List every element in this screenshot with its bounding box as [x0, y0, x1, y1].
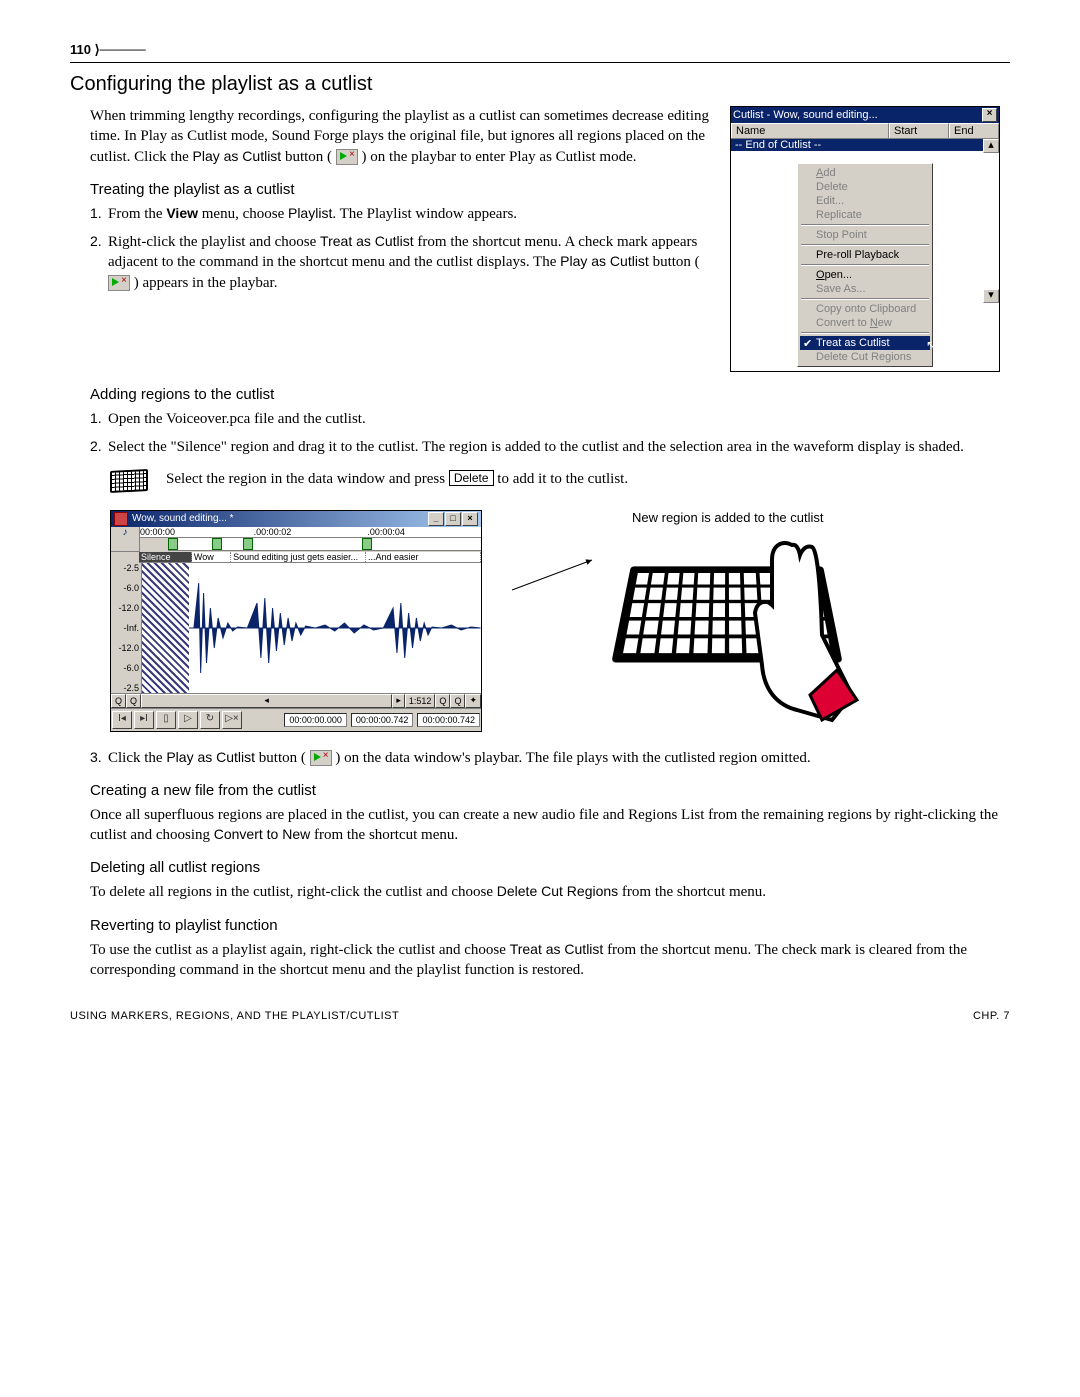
h-scrollbar[interactable]: ◂ — [141, 694, 392, 708]
maximize-icon[interactable]: □ — [445, 512, 461, 526]
menu-replicate: Replicate — [800, 208, 930, 222]
menu-convert-new: Convert to New — [800, 316, 930, 330]
step: 1. From the View menu, choose Playlist. … — [90, 204, 710, 224]
cutlist-title: Cutlist - Wow, sound editing... — [733, 109, 878, 121]
region-easier[interactable]: Sound editing just gets easier... — [231, 552, 366, 562]
waveform — [189, 563, 481, 693]
delete-cut-regions-cmd: Delete Cut Regions — [497, 883, 618, 899]
minimize-icon[interactable]: _ — [428, 512, 444, 526]
menu-treat-as-cutlist[interactable]: ✔ Treat as Cutlist ↖ — [800, 336, 930, 350]
region-wow[interactable]: Wow — [192, 552, 231, 562]
menu-copy-clipboard: Copy onto Clipboard — [800, 302, 930, 316]
keyboard-illustration — [622, 535, 872, 675]
col-name[interactable]: Name — [731, 123, 889, 138]
subheading-deleting: Deleting all cutlist regions — [90, 859, 1010, 876]
end-of-cutlist-row[interactable]: -- End of Cutlist -- — [731, 139, 999, 151]
cutlist-window: Cutlist - Wow, sound editing... × Name S… — [730, 106, 1000, 372]
region-marker[interactable] — [168, 538, 178, 550]
region-and-easier[interactable]: ...And easier — [366, 552, 481, 562]
page-number: 110 — [70, 42, 91, 57]
intro-paragraph: When trimming lengthy recordings, config… — [90, 106, 710, 167]
amplitude-scale: -2.5 -6.0 -12.0 -Inf. -12.0 -6.0 -2.5 — [111, 563, 142, 693]
play-tiny-icon[interactable]: ▸ — [392, 694, 405, 708]
region-marker[interactable] — [362, 538, 372, 550]
menu-open[interactable]: Open... — [800, 268, 930, 282]
subheading-creating: Creating a new file from the cutlist — [90, 782, 1010, 799]
close-icon[interactable]: × — [982, 108, 997, 122]
menu-preroll[interactable]: Pre-roll Playback — [800, 248, 930, 262]
tip-row: Select the region in the data window and… — [70, 470, 1010, 492]
delete-key: Delete — [449, 470, 494, 486]
menu-delete: Delete — [800, 180, 930, 194]
treat-as-cutlist-cmd: Treat as Cutlist — [320, 233, 414, 249]
play-as-cutlist-label: Play as Cutlist — [166, 749, 255, 765]
tool-icon[interactable]: ✦ — [465, 694, 481, 708]
zoom-in-icon[interactable]: Q — [450, 694, 465, 708]
play-as-cutlist-icon — [336, 149, 358, 165]
treat-as-cutlist-cmd: Treat as Cutlist — [510, 941, 604, 957]
body-text: To use the cutlist as a playlist again, … — [90, 940, 1010, 981]
close-icon[interactable]: × — [462, 512, 478, 526]
channel-icon: ♪ — [111, 527, 140, 552]
play-cutlist-icon[interactable]: ▷× — [222, 711, 242, 729]
stop-icon[interactable]: ▯ — [156, 711, 176, 729]
col-end[interactable]: End — [949, 123, 999, 138]
play-as-cutlist-label: Play as Cutlist — [193, 148, 282, 164]
play-as-cutlist-icon — [310, 750, 332, 766]
app-icon — [114, 512, 128, 526]
body-text: Once all superfluous regions are placed … — [90, 805, 1010, 846]
menu-delete-cut-regions: Delete Cut Regions — [800, 350, 930, 364]
zoom-in-icon[interactable]: Q — [126, 694, 141, 708]
go-start-icon[interactable]: I◂ — [112, 711, 132, 729]
subheading-adding: Adding regions to the cutlist — [90, 386, 1010, 403]
hand-icon — [722, 535, 872, 725]
time-tick: .00:00:02 — [254, 527, 368, 537]
go-end-icon[interactable]: ▸I — [134, 711, 154, 729]
step: 3. Click the Play as Cutlist button ( ) … — [90, 748, 1010, 768]
wave-window: Wow, sound editing... * _ □ × ♪ 00:00:00… — [110, 510, 482, 732]
menu-stop-point: Stop Point — [800, 228, 930, 242]
cutlist-columns: Name Start End — [731, 123, 999, 139]
time-tick: .00:00:04 — [367, 527, 481, 537]
time-display: 00:00:00.742 — [351, 713, 414, 727]
step: 1. Open the Voiceover.pca file and the c… — [90, 409, 1010, 429]
keyboard-icon — [110, 470, 156, 492]
subheading-treating: Treating the playlist as a cutlist — [90, 181, 710, 198]
menu-add: AAdddd — [800, 166, 930, 180]
zoom-ratio: 1:512 — [405, 694, 436, 708]
figure-caption: New region is added to the cutlist — [632, 510, 872, 525]
section-heading: Configuring the playlist as a cutlist — [70, 73, 1010, 96]
convert-to-new-cmd: Convert to New — [214, 826, 310, 842]
time-tick: 00:00:00 — [140, 527, 254, 537]
zoom-out-icon[interactable]: Q — [111, 694, 126, 708]
col-start[interactable]: Start — [889, 123, 949, 138]
waveform-display[interactable] — [142, 563, 481, 693]
footer-left: USING MARKERS, REGIONS, AND THE PLAYLIST… — [70, 1010, 399, 1022]
step: 2. Select the "Silence" region and drag … — [90, 437, 1010, 457]
selection-hatch — [142, 563, 189, 693]
play-loop-icon[interactable]: ↻ — [200, 711, 220, 729]
region-marker[interactable] — [243, 538, 253, 550]
subheading-reverting: Reverting to playlist function — [90, 917, 1010, 934]
step: 2. Right-click the playlist and choose T… — [90, 232, 710, 293]
play-icon[interactable]: ▷ — [178, 711, 198, 729]
region-silence[interactable]: Silence — [139, 552, 192, 562]
context-menu: AAdddd Delete Edit... Replicate Stop Poi… — [797, 163, 933, 367]
connector-arrow — [522, 560, 582, 665]
body-text: To delete all regions in the cutlist, ri… — [90, 882, 1010, 902]
menu-save-as: Save As... — [800, 282, 930, 296]
playlist-cmd: Playlist — [288, 205, 332, 221]
scroll-down-icon[interactable]: ▾ — [983, 289, 999, 303]
region-marker[interactable] — [212, 538, 222, 550]
time-display: 00:00:00.742 — [417, 713, 480, 727]
check-icon: ✔ — [803, 337, 812, 350]
time-display: 00:00:00.000 — [284, 713, 347, 727]
menu-edit: Edit... — [800, 194, 930, 208]
footer-right: CHP. 7 — [973, 1010, 1010, 1022]
play-as-cutlist-icon — [108, 275, 130, 291]
wave-title: Wow, sound editing... * — [132, 513, 234, 524]
view-menu: View — [166, 205, 198, 221]
scroll-up-icon[interactable]: ▴ — [983, 139, 999, 153]
zoom-out-icon[interactable]: Q — [435, 694, 450, 708]
